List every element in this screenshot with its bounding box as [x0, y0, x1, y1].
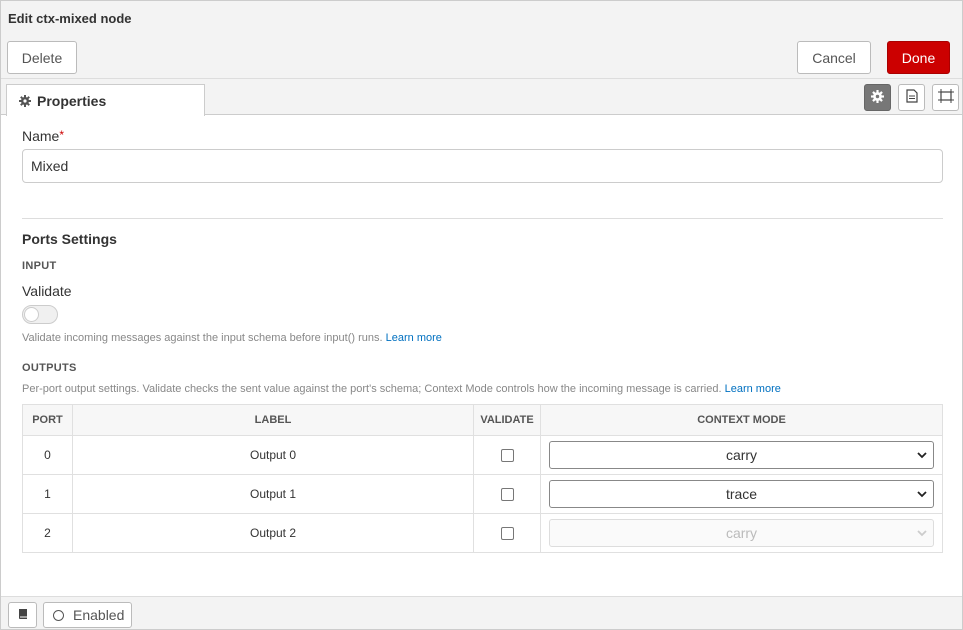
done-button[interactable]: Done — [887, 41, 950, 74]
validate-input-toggle[interactable] — [22, 305, 58, 324]
learn-more-link-input[interactable]: Learn more — [386, 332, 442, 344]
tray-title: Edit ctx-mixed node — [8, 11, 132, 26]
help-book-button[interactable] — [8, 602, 37, 628]
validate-cell — [473, 474, 541, 514]
port-number: 0 — [22, 435, 73, 475]
section-divider — [22, 218, 943, 219]
table-header-row: PORT LABEL VALIDATE CONTEXT MODE — [22, 404, 943, 436]
outputs-help-body: Per-port output settings. Validate check… — [22, 383, 722, 395]
book-icon — [17, 607, 29, 623]
enabled-toggle-button[interactable]: Enabled — [43, 602, 132, 628]
col-header-context-mode: CONTEXT MODE — [540, 404, 943, 436]
context-mode-value: carry — [725, 447, 758, 463]
port-label: Output 0 — [72, 435, 474, 475]
node-description-tab-button[interactable] — [898, 84, 925, 111]
table-row: 1 Output 1 trace — [22, 474, 943, 514]
port-number: 1 — [22, 474, 73, 514]
gear-icon — [19, 94, 31, 107]
context-mode-cell: trace — [540, 474, 943, 514]
ports-settings-heading: Ports Settings — [22, 231, 117, 247]
node-properties-tab-button[interactable] — [864, 84, 891, 111]
learn-more-link-outputs[interactable]: Learn more — [725, 383, 781, 395]
name-input[interactable] — [22, 149, 943, 183]
col-header-validate: VALIDATE — [473, 404, 541, 436]
tray-toolbar: Delete Cancel Done — [1, 35, 962, 79]
col-header-label: LABEL — [72, 404, 474, 436]
validate-help-text: Validate incoming messages against the i… — [22, 332, 442, 344]
validate-cell — [473, 435, 541, 475]
context-mode-value: carry — [725, 525, 758, 541]
radio-circle-icon — [53, 609, 64, 621]
enabled-label: Enabled — [73, 607, 125, 623]
delete-button[interactable]: Delete — [7, 41, 77, 74]
context-mode-select[interactable]: trace — [549, 480, 934, 508]
tab-properties[interactable]: Properties — [6, 84, 205, 116]
name-label: Name* — [22, 128, 64, 144]
input-heading: INPUT — [22, 260, 57, 272]
tray-titlebar: Edit ctx-mixed node — [1, 1, 962, 35]
context-mode-value: trace — [725, 486, 758, 502]
validate-checkbox[interactable] — [500, 527, 514, 541]
frame-icon — [937, 89, 954, 106]
col-header-port: PORT — [22, 404, 73, 436]
port-number: 2 — [22, 513, 73, 553]
table-row: 0 Output 0 carry — [22, 435, 943, 475]
properties-panel: Name* Ports Settings INPUT Validate Vali… — [1, 115, 962, 596]
validate-help-body: Validate incoming messages against the i… — [22, 332, 383, 344]
cancel-button[interactable]: Cancel — [797, 41, 871, 74]
outputs-help-text: Per-port output settings. Validate check… — [22, 383, 781, 395]
gear-icon — [871, 89, 884, 106]
chevron-down-icon — [917, 491, 927, 498]
ports-table: PORT LABEL VALIDATE CONTEXT MODE 0 Outpu… — [22, 404, 943, 553]
validate-label: Validate — [22, 283, 72, 299]
document-icon — [905, 89, 918, 106]
context-mode-select[interactable]: carry — [549, 441, 934, 469]
edit-node-tray: Edit ctx-mixed node Delete Cancel Done P… — [0, 0, 963, 630]
tray-footer: Enabled — [1, 596, 962, 629]
port-label: Output 2 — [72, 513, 474, 553]
port-label: Output 1 — [72, 474, 474, 514]
context-mode-select-disabled: carry — [549, 519, 934, 547]
required-mark: * — [59, 128, 65, 142]
context-mode-cell: carry — [540, 435, 943, 475]
tab-properties-label: Properties — [37, 92, 107, 109]
chevron-down-icon — [917, 452, 927, 459]
validate-checkbox[interactable] — [500, 449, 514, 463]
chevron-down-icon — [917, 530, 927, 537]
validate-checkbox[interactable] — [500, 488, 514, 502]
toggle-knob — [24, 307, 39, 322]
node-appearance-tab-button[interactable] — [932, 84, 959, 111]
context-mode-cell: carry — [540, 513, 943, 553]
outputs-heading: OUTPUTS — [22, 362, 77, 374]
tab-bar: Properties — [1, 79, 962, 116]
table-row: 2 Output 2 carry — [22, 513, 943, 553]
name-label-text: Name — [22, 128, 60, 144]
validate-cell — [473, 513, 541, 553]
